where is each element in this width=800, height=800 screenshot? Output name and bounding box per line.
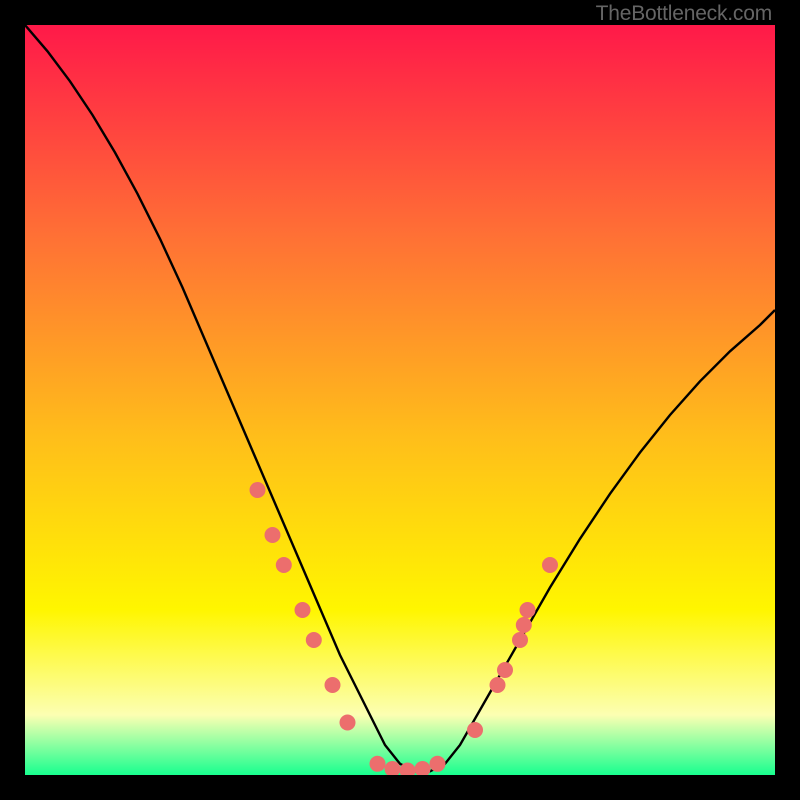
data-marker [415, 761, 431, 775]
data-marker [430, 756, 446, 772]
data-marker [512, 632, 528, 648]
bottleneck-curve [25, 25, 775, 775]
data-marker [340, 715, 356, 731]
data-marker [542, 557, 558, 573]
watermark-text: TheBottleneck.com [596, 2, 772, 26]
data-marker [295, 602, 311, 618]
data-marker [467, 722, 483, 738]
data-marker [306, 632, 322, 648]
data-marker [276, 557, 292, 573]
plot-area [25, 25, 775, 775]
data-marker [490, 677, 506, 693]
data-marker [370, 756, 386, 772]
data-marker [520, 602, 536, 618]
chart-frame: TheBottleneck.com [0, 0, 800, 800]
data-marker [265, 527, 281, 543]
data-marker [497, 662, 513, 678]
data-marker [250, 482, 266, 498]
data-marker [516, 617, 532, 633]
data-marker [325, 677, 341, 693]
